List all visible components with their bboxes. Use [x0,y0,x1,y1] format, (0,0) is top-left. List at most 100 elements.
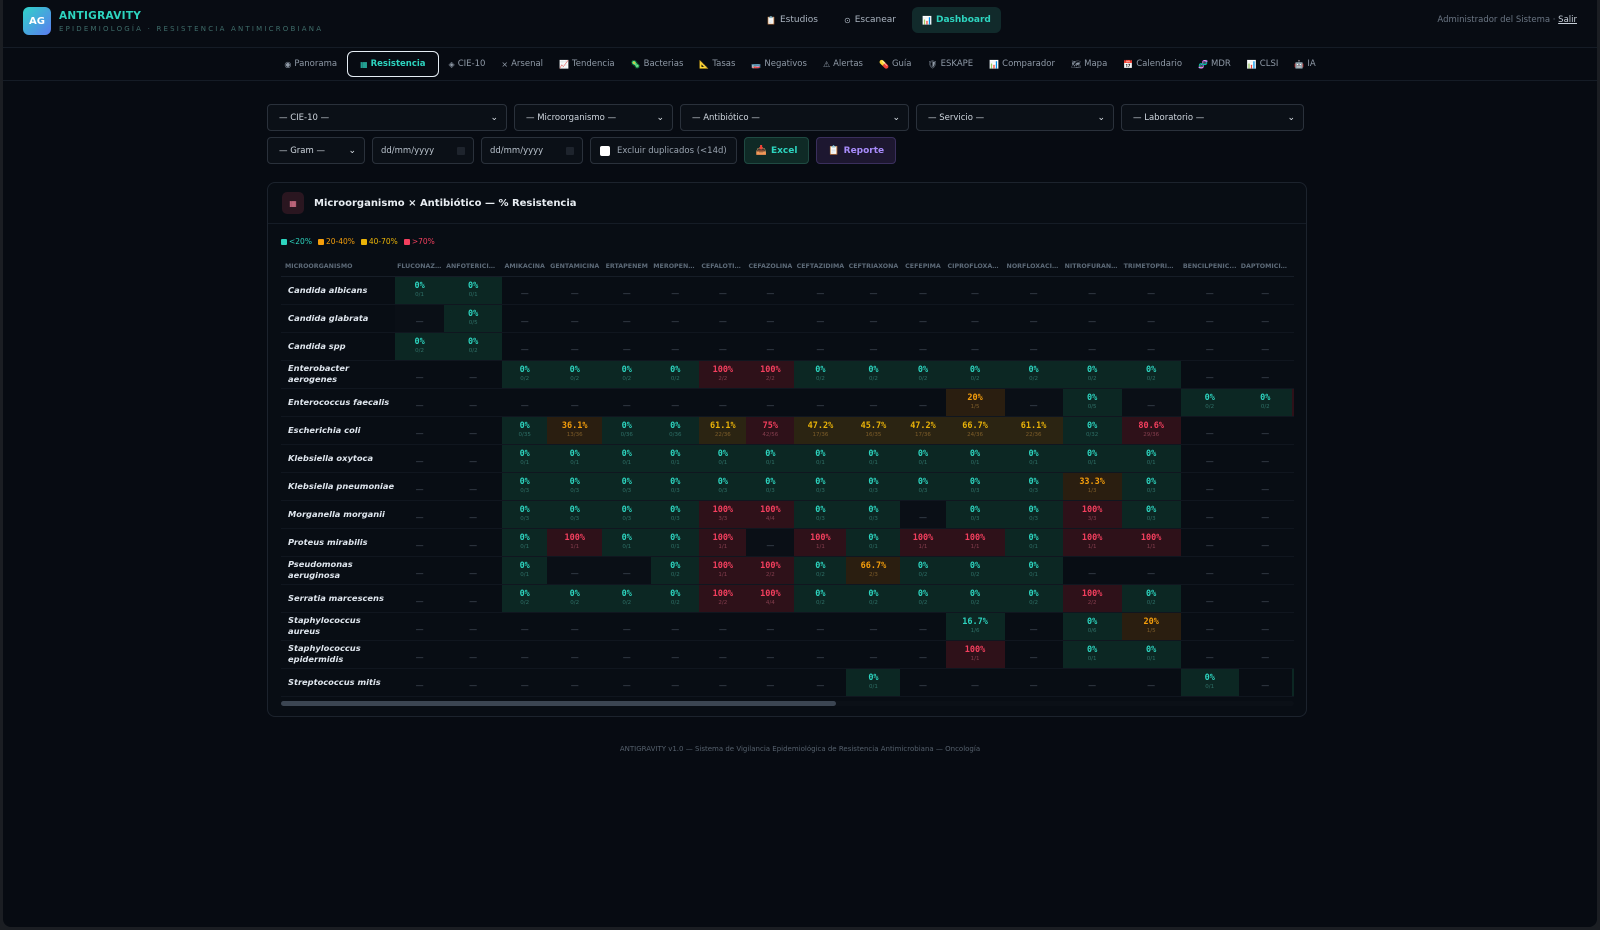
resistance-cell[interactable]: 0% 0/2 [1180,388,1239,417]
date-from-input[interactable]: dd/mm/yyyy [372,137,474,164]
resistance-cell[interactable]: 61.1% 22/36 [699,416,747,445]
resistance-cell[interactable]: 0% 0/3 [945,500,1005,529]
nav-dashboard[interactable]: 📊 Dashboard [912,7,1001,33]
resistance-cell[interactable]: 0% 0/1 [547,444,603,473]
resistance-cell[interactable]: 0% 0/1 [395,276,445,305]
column-header-antibiotic[interactable]: CEFTAZIDIMA [794,258,847,277]
column-header-antibiotic[interactable]: CEFAZOLINA [746,258,795,277]
resistance-cell[interactable]: 0% 0/2 [502,360,548,389]
resistance-cell[interactable]: 0% 0/2 [444,332,503,361]
resistance-cell[interactable]: 100% 1/1 [699,528,747,557]
resistance-cell[interactable]: 100% 1/1 [1062,528,1122,557]
resistance-cell[interactable]: 0% 0/1 [699,444,747,473]
resistance-cell[interactable]: 100% 2/2 [746,360,795,389]
resistance-cell[interactable]: 100% 1/1 [1121,528,1181,557]
report-button[interactable]: 📋 Reporte [816,137,897,164]
column-header-antibiotic[interactable]: DAPTOMICINA [1238,258,1292,277]
column-header-antibiotic[interactable]: ERTAPENEM [602,258,652,277]
column-header-antibiotic[interactable]: NITROFURANT... [1062,258,1122,277]
app-logo[interactable]: AG [23,7,51,35]
resistance-cell[interactable]: 0% 0/1 [846,444,901,473]
tab-panorama[interactable]: ◉ Panorama [278,51,343,77]
resistance-cell[interactable]: 0% 0/3 [502,500,548,529]
resistance-cell[interactable]: 66.7% 2/3 [846,556,901,585]
horizontal-scrollbar[interactable] [281,701,1294,706]
antibiotic-select[interactable]: — Antibiótico — ⌄ [680,104,909,131]
resistance-cell[interactable]: 20% 1/5 [1121,612,1181,641]
resistance-cell[interactable]: 0% 0/1 [502,556,548,585]
tab-ia[interactable]: 🤖 IA [1288,51,1321,77]
resistance-cell[interactable]: 100% 1/1 [699,556,747,585]
logout-link[interactable]: Salir [1558,15,1577,25]
resistance-cell[interactable]: 100% 3/3 [699,500,747,529]
date-to-input[interactable]: dd/mm/yyyy [481,137,583,164]
resistance-cell[interactable]: 0% 0/2 [547,584,603,613]
resistance-cell[interactable]: 0% 0/2 [651,360,700,389]
resistance-cell[interactable]: 0% 0/1 [900,444,946,473]
resistance-cell[interactable]: 0% 0/2 [900,360,946,389]
resistance-cell[interactable]: 0% 0/1 [1004,556,1063,585]
gram-select[interactable]: — Gram — ⌄ [267,137,365,164]
resistance-cell[interactable]: 0% 0/1 [945,444,1005,473]
resistance-cell[interactable]: 0% 0/2 [945,360,1005,389]
resistance-cell[interactable]: 0% 0/3 [846,472,901,501]
resistance-cell[interactable]: 100% 1/1 [547,528,603,557]
resistance-cell[interactable]: 0% 0/2 [1004,360,1063,389]
tab-bacterias[interactable]: 🦠 Bacterias [625,51,690,77]
resistance-cell[interactable]: 0% 0/3 [502,472,548,501]
column-header-antibiotic[interactable]: CIPROFLOXAC... [945,258,1005,277]
resistance-cell[interactable]: 0% 0/1 [846,528,901,557]
tab-calendario[interactable]: 📅 Calendario [1117,51,1188,77]
resistance-cell[interactable]: 100% 1/1 [945,640,1005,669]
resistance-cell[interactable]: 0% 0/1 [1062,640,1122,669]
tab-guia[interactable]: 💊 Guía [873,51,918,77]
resistance-cell[interactable]: 16.7% 1/6 [945,612,1005,641]
resistance-cell[interactable]: 0% 0/2 [602,360,652,389]
column-header-antibiotic[interactable]: TRIMETOPRIM... [1121,258,1181,277]
resistance-cell[interactable]: 100% 4/4 [746,500,795,529]
resistance-cell[interactable]: 20% 1/5 [945,388,1005,417]
resistance-cell[interactable]: 80.6% 29/36 [1121,416,1181,445]
scrollbar-thumb[interactable] [281,701,836,706]
resistance-cell[interactable]: 0% 0/2 [900,584,946,613]
column-header-antibiotic[interactable]: GENTAMICINA [547,258,603,277]
resistance-cell[interactable]: 100% 2/2 [1062,584,1122,613]
resistance-cell[interactable]: 47.2% 17/36 [794,416,847,445]
laboratory-select[interactable]: — Laboratorio — ⌄ [1121,104,1304,131]
resistance-cell[interactable]: 0% 0/3 [602,500,652,529]
column-header-antibiotic[interactable]: AMIKACINA [502,258,548,277]
exclude-duplicates-checkbox[interactable]: Excluir duplicados (<14d) [590,137,737,164]
resistance-cell[interactable]: 0% 0/3 [746,472,795,501]
resistance-cell[interactable]: 0% 0/1 [602,528,652,557]
resistance-cell[interactable]: 75% 42/56 [746,416,795,445]
resistance-cell[interactable]: 0% 0/3 [699,472,747,501]
resistance-cell[interactable]: 0% 0/1 [1004,528,1063,557]
resistance-cell[interactable]: 100% 2/2 [699,360,747,389]
column-header-antibiotic[interactable]: FLUCONAZOL [395,258,445,277]
resistance-cell[interactable]: 0% 0/3 [602,472,652,501]
tab-negativos[interactable]: 🧫 Negativos [745,51,813,77]
resistance-cell[interactable]: 0% 0/32 [1062,416,1122,445]
resistance-cell[interactable]: 100% 4/4 [746,584,795,613]
resistance-cell[interactable]: 0% 0/6 [1062,612,1122,641]
resistance-cell[interactable]: 36.1% 13/36 [547,416,603,445]
calendar-icon[interactable] [457,146,465,155]
resistance-cell[interactable]: 66.7% 24/36 [945,416,1005,445]
resistance-cell[interactable]: 0% 0/2 [846,360,901,389]
resistance-cell[interactable]: 0% 0/2 [794,360,847,389]
nav-estudios[interactable]: 📋 Estudios [756,7,828,33]
resistance-cell[interactable]: 45.7% 16/35 [846,416,901,445]
resistance-cell[interactable]: 0% 0/3 [1121,472,1181,501]
resistance-cell[interactable]: 0% 0/2 [502,584,548,613]
resistance-cell[interactable]: 0% 0/1 [1062,444,1122,473]
resistance-cell[interactable]: 0% 0/35 [502,416,548,445]
tab-resistencia[interactable]: ▦ Resistencia [347,51,439,77]
resistance-cell[interactable]: 0% 0/2 [602,584,652,613]
resistance-cell[interactable]: 0% 0/2 [1062,360,1122,389]
resistance-cell[interactable]: 0% 0/3 [1004,472,1063,501]
column-header-antibiotic[interactable]: MEROPENEM [651,258,700,277]
column-header-antibiotic[interactable]: BENCILPENIC... [1180,258,1239,277]
column-header-antibiotic[interactable]: CEFEPIMA [900,258,946,277]
resistance-cell[interactable]: 0% 0/3 [794,500,847,529]
resistance-cell[interactable]: 0% 0/3 [1004,500,1063,529]
